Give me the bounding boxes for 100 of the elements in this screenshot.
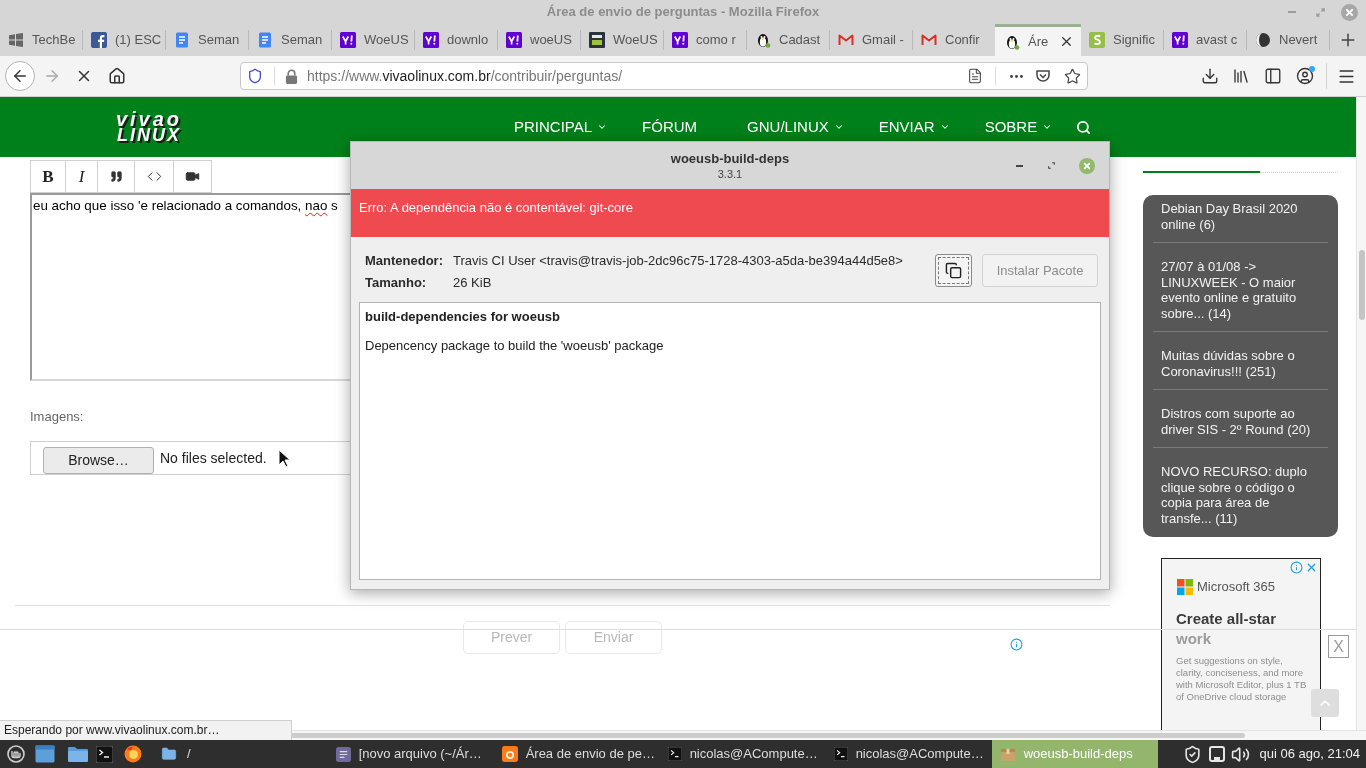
- nav-link[interactable]: SOBRE: [984, 115, 1053, 139]
- field-label: Mantenedor:: [365, 252, 444, 271]
- highlight-link[interactable]: Muitas dúvidas sobre o Coronavirus!!! (251): [1143, 332, 1338, 389]
- sphere-icon: [1255, 32, 1271, 48]
- taskbar-window-button[interactable]: Área de envio de pe…: [493, 740, 660, 768]
- browse-button[interactable]: Browse…: [43, 446, 154, 474]
- reader-view-icon[interactable]: [967, 68, 983, 84]
- home-icon[interactable]: [108, 67, 126, 85]
- ad-heading: Create all-star work: [1176, 609, 1277, 647]
- highlight-link[interactable]: 27/07 à 01/08 -> LINUXWEEK - O maior evento online e gratuito sobre... (14): [1143, 243, 1338, 331]
- terminal-icon[interactable]: [96, 745, 113, 763]
- s-logo-icon: [1089, 32, 1105, 48]
- penguin-icon: [1004, 33, 1020, 50]
- browser-tab[interactable]: woeUS: [498, 24, 580, 56]
- yahoo-logo-icon: [340, 32, 356, 48]
- taskbar-window-button[interactable]: nicolas@ACompute…: [659, 740, 826, 768]
- document-icon: [257, 32, 273, 48]
- browser-tab[interactable]: Seman: [249, 24, 331, 56]
- ad-card[interactable]: Microsoft 365 Create all-star work Get suggestions on style, clarity, conciseness, and more with Microsoft Editor, plus 1 TB of OneDrive cloud storage: [1161, 558, 1321, 730]
- lock-icon[interactable]: [285, 68, 298, 84]
- highlight-link[interactable]: NOVO RECURSO: duplo clique sobre o código o copia para área de transfe... (11): [1143, 448, 1338, 537]
- nav-link[interactable]: FÓRUM: [642, 115, 713, 139]
- status-text: Esperando por www.vivaolinux.com.br…: [0, 720, 292, 740]
- browser-tab[interactable]: WoeUS: [332, 24, 414, 56]
- url-text[interactable]: https://www.vivaolinux.com.br/contribuir/perguntas/: [307, 65, 623, 87]
- dialog-title: woeusb-build-deps: [670, 150, 790, 167]
- close-icon[interactable]: [1305, 561, 1318, 574]
- nav-link[interactable]: PRINCIPAL: [514, 115, 608, 139]
- copy-button[interactable]: [935, 254, 972, 287]
- address-bar[interactable]: https://www.vivaolinux.com.br/contribuir/perguntas/: [240, 62, 1088, 90]
- show-desktop-icon[interactable]: [35, 745, 55, 763]
- version-text: 3.3.1: [717, 166, 743, 181]
- back-button[interactable]: [5, 61, 35, 91]
- browser-tab[interactable]: TechBe: [0, 24, 82, 56]
- info-icon[interactable]: [1010, 638, 1023, 651]
- images-label: Imagens:: [30, 408, 84, 426]
- shield-icon[interactable]: [1182, 744, 1202, 764]
- highlight-link[interactable]: Distros com suporte ao driver SIS - 2º Round (20): [1143, 390, 1338, 447]
- close-ad-button[interactable]: X: [1328, 635, 1349, 658]
- close-tab-icon[interactable]: [1059, 34, 1074, 49]
- browser-tab[interactable]: Gmail -: [830, 24, 912, 56]
- folder-icon[interactable]: [68, 746, 88, 762]
- error-message: Erro: A dependência não é contentável: git-core: [351, 189, 1109, 237]
- shield-icon[interactable]: [247, 68, 263, 84]
- browser-tab[interactable]: Cadast: [747, 24, 829, 56]
- document-icon: [174, 32, 190, 48]
- browser-tab[interactable]: WoeUS: [581, 24, 663, 56]
- sidebar-icon[interactable]: [1264, 67, 1282, 85]
- highlight-link[interactable]: Debian Day Brasil 2020 online (6): [1143, 195, 1338, 242]
- yahoo-logo-icon: [1172, 32, 1188, 48]
- browser-tab[interactable]: Seman: [166, 24, 248, 56]
- yahoo-logo-icon: [506, 32, 522, 48]
- browser-tab[interactable]: como r: [664, 24, 746, 56]
- search-icon[interactable]: [1076, 119, 1092, 135]
- scrollbar-thumb[interactable]: [292, 733, 1245, 738]
- windows-logo-icon: [8, 32, 24, 48]
- quote-button[interactable]: [97, 160, 135, 193]
- browser-icon: [501, 746, 518, 762]
- folder-icon: [161, 746, 177, 762]
- library-icon[interactable]: [1232, 67, 1250, 85]
- volume-icon[interactable]: [1230, 744, 1250, 764]
- nav-link[interactable]: GNU/LINUX: [747, 115, 844, 139]
- nav-link[interactable]: ENVIAR: [878, 115, 950, 139]
- terminal-icon: [667, 747, 682, 761]
- places-button[interactable]: /: [161, 744, 191, 764]
- browser-tab[interactable]: Confir: [913, 24, 995, 56]
- scrollbar-thumb[interactable]: [1358, 250, 1365, 320]
- ad-body-text: Get suggestions on style, clarity, conciseness, and more with Microsoft Editor, plus 1 TB of OneDrive cloud storage: [1176, 654, 1308, 703]
- description-title: build-dependencies for woeusb: [365, 308, 561, 326]
- quote-icon: [109, 170, 123, 183]
- italic-button[interactable]: I: [65, 160, 98, 193]
- taskbar-window-button[interactable]: [novo arquivo (~/Ár…: [327, 740, 494, 768]
- m-logo-icon: [921, 32, 937, 48]
- start-menu-icon[interactable]: [7, 745, 25, 763]
- browser-icon[interactable]: [124, 745, 142, 763]
- browser-tab[interactable]: Áre: [995, 24, 1081, 56]
- pocket-icon[interactable]: [1035, 68, 1051, 84]
- horizontal-scrollbar[interactable]: [292, 730, 1366, 740]
- browser-tab[interactable]: downlo: [415, 24, 497, 56]
- browser-tab[interactable]: avast c: [1164, 24, 1246, 56]
- info-icon[interactable]: [1290, 561, 1303, 574]
- maximize-icon[interactable]: [1048, 162, 1055, 169]
- mouse-pointer-icon: [278, 449, 290, 468]
- yahoo-logo-icon: [672, 32, 688, 48]
- clock-text: qui 06 ago, 21:04: [1259, 745, 1360, 764]
- video-button[interactable]: [173, 160, 212, 193]
- vertical-scrollbar[interactable]: [1356, 97, 1366, 730]
- browser-tab[interactable]: (1) ESC: [83, 24, 165, 56]
- account-icon[interactable]: [1296, 67, 1314, 85]
- bold-button[interactable]: B: [30, 160, 66, 193]
- browser-tab[interactable]: Nevert: [1247, 24, 1329, 56]
- m-logo-icon: [838, 32, 854, 48]
- network-icon[interactable]: [1208, 746, 1225, 762]
- site-logo[interactable]: vivao LINUX: [105, 111, 193, 143]
- text-editor-icon: [335, 746, 351, 762]
- taskbar-window-button[interactable]: nicolas@ACompute…: [825, 740, 992, 768]
- download-icon[interactable]: [1201, 67, 1219, 85]
- minimize-icon[interactable]: [1016, 164, 1023, 167]
- bookmark-star-icon[interactable]: [1064, 67, 1081, 85]
- browser-tab[interactable]: Signific: [1081, 24, 1163, 56]
